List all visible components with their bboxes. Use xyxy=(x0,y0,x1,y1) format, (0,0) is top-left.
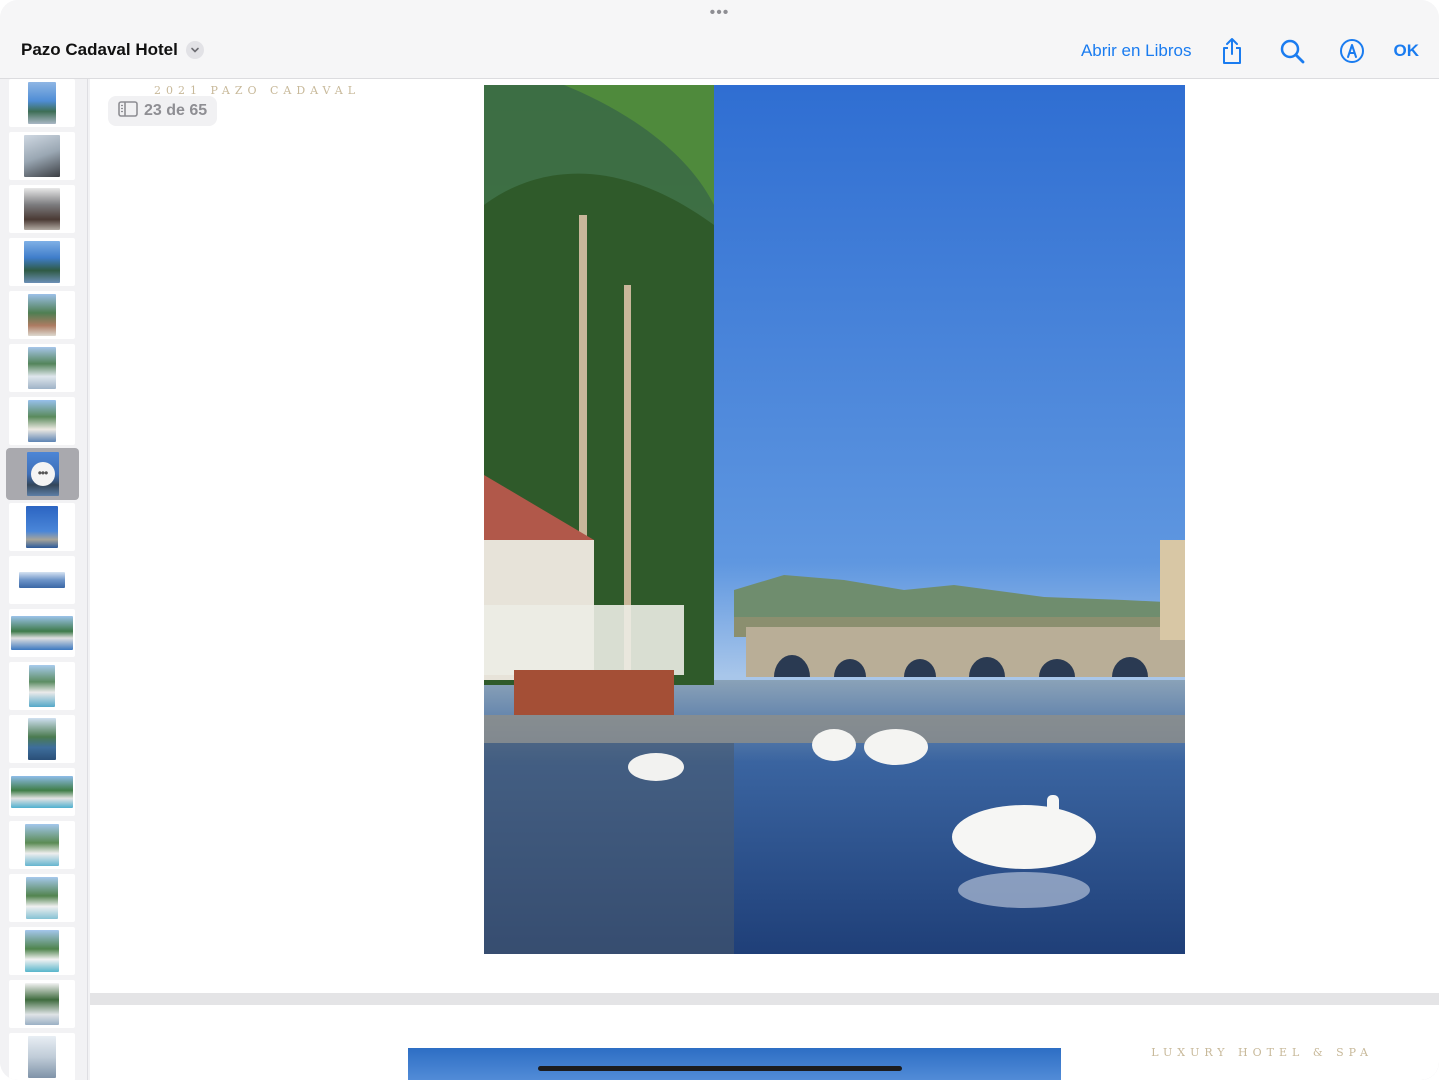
share-icon[interactable] xyxy=(1214,36,1250,66)
document-title[interactable]: Pazo Cadaval Hotel xyxy=(21,40,178,60)
next-page-tagline: LUXURY HOTEL & SPA xyxy=(1151,1046,1373,1059)
page-thumbnail[interactable] xyxy=(9,132,75,180)
page-thumbnail-selected[interactable]: ••• xyxy=(6,448,79,500)
page-thumbnail[interactable] xyxy=(9,609,75,657)
page-thumbnail[interactable] xyxy=(9,1033,75,1080)
next-page-photo xyxy=(408,1048,1061,1080)
page-thumbnails-sidebar[interactable]: ••• xyxy=(0,79,88,1080)
page-thumbnail[interactable] xyxy=(9,556,75,604)
top-toolbar: ••• Pazo Cadaval Hotel Abrir en Libros O… xyxy=(0,0,1439,79)
toolbar-actions: Abrir en Libros OK xyxy=(1081,36,1419,66)
page-thumbnail[interactable] xyxy=(9,185,75,233)
page-thumbnail[interactable] xyxy=(9,503,75,551)
markup-icon[interactable] xyxy=(1334,36,1370,66)
page-thumbnail[interactable] xyxy=(9,291,75,339)
page-thumbnail[interactable] xyxy=(9,874,75,922)
search-icon[interactable] xyxy=(1274,36,1310,66)
more-options-icon[interactable]: ••• xyxy=(30,462,55,486)
page-thumbnail[interactable] xyxy=(9,662,75,710)
page-thumbnail[interactable] xyxy=(9,397,75,445)
document-pages[interactable]: 2021 PAZO CADAVAL 23 de 65 LUXURY HOTEL … xyxy=(90,79,1439,1080)
pdf-page-23: 2021 PAZO CADAVAL 23 de 65 xyxy=(90,79,1439,993)
page-thumbnail[interactable] xyxy=(9,768,75,816)
pdf-viewer-window: ••• Pazo Cadaval Hotel Abrir en Libros O… xyxy=(0,0,1439,1080)
page-thumbnail[interactable] xyxy=(9,344,75,392)
document-title-menu[interactable]: Pazo Cadaval Hotel xyxy=(21,40,204,60)
open-in-books-button[interactable]: Abrir en Libros xyxy=(1081,41,1192,61)
page-counter: 23 de 65 xyxy=(108,96,218,126)
home-indicator[interactable] xyxy=(538,1066,902,1071)
sidebar-toggle-icon xyxy=(118,100,138,122)
ok-button[interactable]: OK xyxy=(1394,41,1420,61)
page-thumbnail[interactable] xyxy=(9,79,75,127)
page-thumbnail[interactable] xyxy=(9,821,75,869)
page-thumbnail[interactable] xyxy=(9,980,75,1028)
chevron-down-icon[interactable] xyxy=(185,41,204,59)
page-thumbnail[interactable] xyxy=(9,238,75,286)
page-thumbnail[interactable] xyxy=(9,927,75,975)
window-grabber[interactable]: ••• xyxy=(710,5,730,21)
hotel-swans-photo xyxy=(484,85,1185,954)
page-thumbnail[interactable] xyxy=(9,715,75,763)
page-counter-label: 23 de 65 xyxy=(144,102,208,119)
